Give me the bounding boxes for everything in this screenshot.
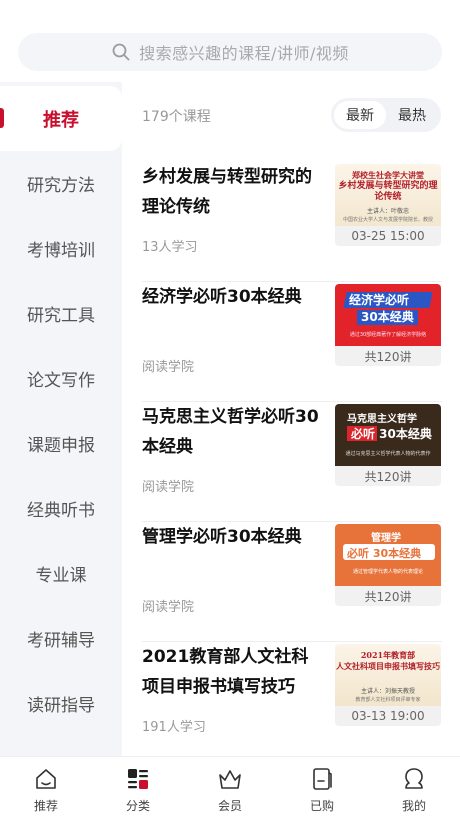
thumb-line: 必听 30本经典: [347, 547, 422, 560]
thumbnail-image: 管理学 必听 30本经典 通过管理学代表人物的代表理论: [335, 524, 441, 586]
search-header: 搜索感兴趣的课程/讲师/视频: [0, 0, 460, 82]
course-thumbnail: 郑校生社会学大讲堂 乡村发展与转型研究的理论传统 主讲人：叶敬忠 中国农业大学人…: [335, 164, 441, 246]
course-item[interactable]: 经济学必听30本经典 阅读学院 经济学必听 30本经典 通过30部经典著作了解经…: [122, 282, 460, 402]
course-title: 2021教育部人文社科项目申报书填写技巧: [142, 647, 309, 697]
course-meta: 阅读学院: [142, 480, 195, 495]
search-placeholder: 搜索感兴趣的课程/讲师/视频: [139, 44, 349, 63]
course-thumbnail: 马克思主义哲学 必听 30本经典 通过马克思主义哲学代表人物的代表作 共120讲: [335, 404, 441, 486]
course-thumbnail: 管理学 必听 30本经典 通过管理学代表人物的代表理论 共120讲: [335, 524, 441, 606]
sort-toggle: 最新 最热: [331, 98, 441, 132]
sidebar-item-project-application[interactable]: 课题申报: [0, 411, 122, 476]
tab-label: 已购: [309, 799, 334, 813]
thumbnail-image: 郑校生社会学大讲堂 乡村发展与转型研究的理论传统 主讲人：叶敬忠 中国农业大学人…: [335, 164, 441, 226]
profile-icon: [405, 768, 423, 789]
sidebar-item-grad-guidance[interactable]: 读研指导: [0, 671, 122, 736]
course-caption: 共120讲: [335, 586, 441, 606]
thumbnail-image: 马克思主义哲学 必听 30本经典 通过马克思主义哲学代表人物的代表作: [335, 404, 441, 466]
thumb-line: 必听 30本经典: [351, 427, 432, 441]
tab-label: 我的: [401, 799, 426, 813]
course-caption: 共120讲: [335, 466, 441, 486]
thumb-line: 主讲人：刘振天教授: [360, 688, 415, 695]
course-meta: 13人学习: [142, 240, 198, 255]
course-meta: 191人学习: [142, 720, 206, 735]
list-header: 179个课程 最新 最热: [122, 82, 460, 148]
thumb-line: 通过马克思主义哲学代表人物的代表作: [345, 451, 431, 457]
category-sidebar: 推荐 研究方法 考博培训 研究工具 论文写作 课题申报 经典听书 专业课 考研辅…: [0, 82, 122, 756]
thumb-line: 30本经典: [357, 310, 418, 325]
tab-profile[interactable]: 我的: [368, 757, 460, 819]
sidebar-item-phd-exam[interactable]: 考博培训: [0, 216, 122, 281]
sidebar-item-grad-exam[interactable]: 考研辅导: [0, 606, 122, 671]
course-item[interactable]: 管理学必听30本经典 阅读学院 管理学 必听 30本经典 通过管理学代表人物的代…: [122, 522, 460, 642]
thumb-line: 经济学必听: [349, 293, 410, 307]
tab-label: 分类: [125, 799, 150, 813]
thumb-line: 主讲人：叶敬忠: [366, 208, 409, 215]
thumb-line: 通过30部经典著作了解经济学脉络: [349, 332, 427, 338]
course-title: 经济学必听30本经典: [142, 287, 302, 307]
thumbnail-image: 经济学必听 30本经典 通过30部经典著作了解经济学脉络: [335, 284, 441, 346]
sidebar-item-recommend[interactable]: 推荐: [0, 86, 122, 151]
thumb-line: 管理学: [371, 533, 401, 544]
course-count: 179个课程: [142, 109, 211, 125]
thumb-line: 中国农业大学人文与发展学院院长、教授: [342, 217, 433, 223]
search-icon: [112, 43, 130, 61]
course-meta: 阅读学院: [142, 360, 195, 375]
course-list-panel: 179个课程 最新 最热 乡村发展与转型研究的理论传统 13人学习 郑校生社会学…: [122, 82, 460, 762]
course-title: 管理学必听30本经典: [142, 527, 302, 547]
course-item[interactable]: 乡村发展与转型研究的理论传统 13人学习 郑校生社会学大讲堂 乡村发展与转型研究…: [122, 162, 460, 282]
tab-category[interactable]: 分类: [92, 757, 184, 819]
sidebar-item-classic-audiobooks[interactable]: 经典听书: [0, 476, 122, 541]
sort-newest-button[interactable]: 最新: [334, 101, 386, 129]
tab-purchased[interactable]: 已购: [276, 757, 368, 819]
thumb-line: 马克思主义哲学: [347, 414, 417, 425]
thumb-line: 人文社科项目申报书填写技巧: [336, 661, 440, 671]
thumb-line: 2021年教育部: [360, 650, 416, 660]
thumb-line: 乡村发展与转型研究的理论传统: [338, 181, 438, 202]
course-caption: 共120讲: [335, 346, 441, 366]
thumb-line: 通过管理学代表人物的代表理论: [352, 569, 423, 575]
search-input[interactable]: 搜索感兴趣的课程/讲师/视频: [18, 33, 442, 71]
purchased-icon: [313, 768, 332, 790]
course-meta: 阅读学院: [142, 600, 195, 615]
bottom-tab-bar: 推荐 分类 会员 已购 我的: [0, 756, 460, 818]
course-thumbnail: 2021年教育部 人文社科项目申报书填写技巧 主讲人：刘振天教授 教育部人文社科…: [335, 644, 441, 726]
tab-membership[interactable]: 会员: [184, 757, 276, 819]
course-caption: 03-25 15:00: [335, 226, 441, 246]
sidebar-item-major-courses[interactable]: 专业课: [0, 541, 122, 606]
tab-recommend[interactable]: 推荐: [0, 757, 92, 819]
course-item[interactable]: 2021教育部人文社科项目申报书填写技巧 191人学习 2021年教育部 人文社…: [122, 642, 460, 762]
thumbnail-image: 2021年教育部 人文社科项目申报书填写技巧 主讲人：刘振天教授 教育部人文社科…: [335, 644, 441, 706]
sidebar-item-research-tools[interactable]: 研究工具: [0, 281, 122, 346]
main-body: 推荐 研究方法 考博培训 研究工具 论文写作 课题申报 经典听书 专业课 考研辅…: [0, 82, 460, 762]
sort-hottest-button[interactable]: 最热: [386, 101, 438, 129]
course-thumbnail: 经济学必听 30本经典 通过30部经典著作了解经济学脉络 共120讲: [335, 284, 441, 366]
tab-label: 会员: [217, 799, 242, 813]
tab-label: 推荐: [33, 799, 58, 813]
course-title: 乡村发展与转型研究的理论传统: [142, 167, 312, 217]
crown-icon: [219, 770, 241, 789]
category-icon: [128, 769, 148, 789]
course-item[interactable]: 马克思主义哲学必听30本经典 阅读学院 马克思主义哲学 必听 30本经典 通过马…: [122, 402, 460, 522]
thumb-line: 教育部人文社科项目评审专家: [355, 697, 421, 703]
course-caption: 03-13 19:00: [335, 706, 441, 726]
sidebar-item-research-methods[interactable]: 研究方法: [0, 151, 122, 216]
course-title: 马克思主义哲学必听30本经典: [142, 407, 319, 457]
sidebar-item-paper-writing[interactable]: 论文写作: [0, 346, 122, 411]
home-icon: [36, 769, 56, 789]
thumb-line: 郑校生社会学大讲堂: [352, 170, 424, 180]
